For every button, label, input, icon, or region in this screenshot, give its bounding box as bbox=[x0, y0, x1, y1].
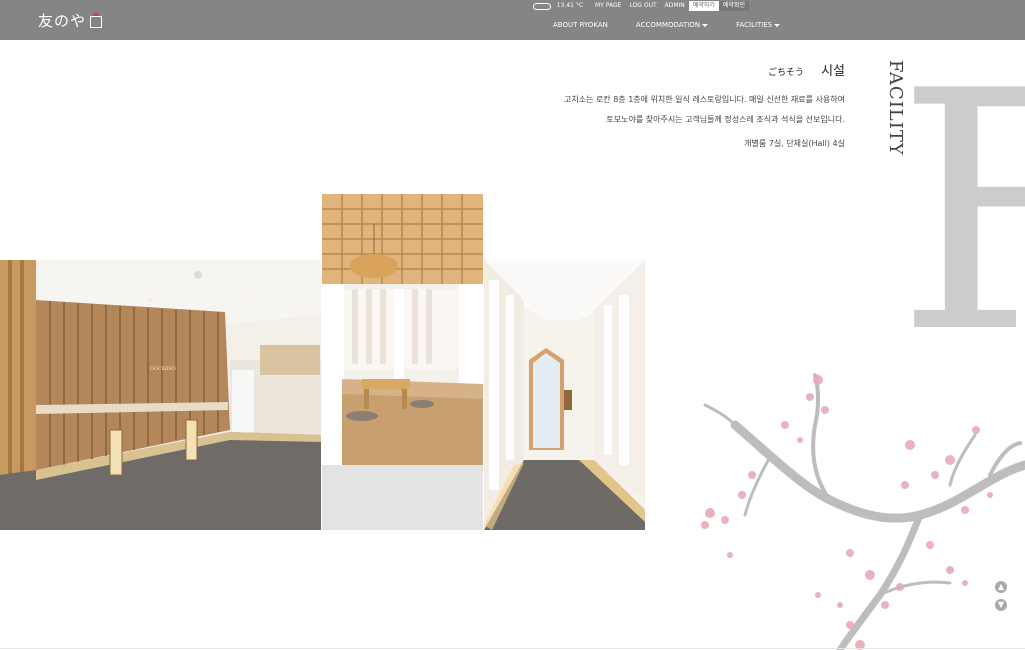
photo-private-room bbox=[322, 194, 483, 465]
weather-widget: 13.41 °C bbox=[529, 1, 591, 11]
scroll-down-button[interactable]: ▼ bbox=[995, 599, 1007, 611]
nav-accommodation[interactable]: ACCOMMODATION bbox=[635, 21, 709, 29]
logo-mark-icon bbox=[90, 13, 103, 28]
my-page-link[interactable]: MY PAGE bbox=[591, 1, 625, 11]
big-letter-f: F bbox=[896, 62, 1025, 337]
vertical-word-text: FACILITY bbox=[886, 60, 906, 156]
arrow-down-icon: ▼ bbox=[997, 600, 1005, 609]
bottom-divider bbox=[0, 648, 1025, 649]
nav-label: ACCOMMODATION bbox=[635, 21, 701, 29]
title-kana: ごちそう bbox=[767, 68, 804, 78]
nav-facilities[interactable]: FACILITIES bbox=[736, 21, 781, 29]
log-out-link[interactable]: LOG OUT bbox=[625, 1, 660, 11]
photo-corridor bbox=[484, 260, 645, 530]
room-info: 개별룸 7실, 단체실(Hall) 4실 bbox=[744, 139, 845, 148]
photo-lobby: GOCHISO bbox=[0, 260, 321, 530]
description-line-2: 토모노야를 찾아주시는 고객님들께 정성스레 조식과 석식을 선보입니다. bbox=[606, 115, 845, 124]
reserve-button[interactable]: 예약하기 bbox=[688, 1, 719, 11]
cloud-icon bbox=[532, 2, 551, 10]
caret-down-icon bbox=[702, 23, 709, 27]
description-line-1: 고치소는 로칸 8층 1층에 위치한 일식 레스토랑입니다. 매일 신선한 재료… bbox=[563, 95, 845, 104]
section-title: ごちそう 시설 bbox=[768, 60, 845, 79]
title-korean: 시설 bbox=[821, 64, 845, 79]
nav-label: FACILITIES bbox=[736, 21, 773, 29]
main-nav: ABOUT RYOKAN ACCOMMODATION FACILITIES bbox=[553, 21, 808, 29]
scroll-up-button[interactable]: ▲ bbox=[995, 581, 1007, 593]
site-logo[interactable]: 友のや bbox=[38, 10, 103, 31]
weather-temp: 13.41 °C bbox=[556, 2, 584, 9]
wall-sign: GOCHISO bbox=[150, 366, 176, 372]
admin-link[interactable]: ADMIN bbox=[661, 1, 689, 11]
reservation-check-button[interactable]: 예약확인 bbox=[718, 1, 749, 11]
description: 고치소는 로칸 8층 1층에 위치한 일식 레스토랑입니다. 매일 신선한 재료… bbox=[564, 90, 845, 130]
logo-text: 友のや bbox=[38, 12, 87, 30]
big-letter-text: F bbox=[896, 62, 1025, 337]
nav-about-ryokan[interactable]: ABOUT RYOKAN bbox=[553, 21, 608, 29]
utility-bar: 13.41 °C MY PAGE LOG OUT ADMIN 예약하기 예약확인 bbox=[529, 1, 749, 11]
photo-placeholder-gray bbox=[322, 465, 483, 530]
top-header: 友のや 13.41 °C MY PAGE LOG OUT ADMIN 예약하기 … bbox=[0, 0, 1025, 40]
caret-down-icon bbox=[774, 23, 781, 27]
arrow-up-icon: ▲ bbox=[997, 582, 1005, 591]
cherry-blossom-illustration bbox=[701, 373, 1025, 650]
vertical-word-facility: FACILITY bbox=[886, 60, 906, 156]
nav-label: ABOUT RYOKAN bbox=[553, 21, 608, 29]
